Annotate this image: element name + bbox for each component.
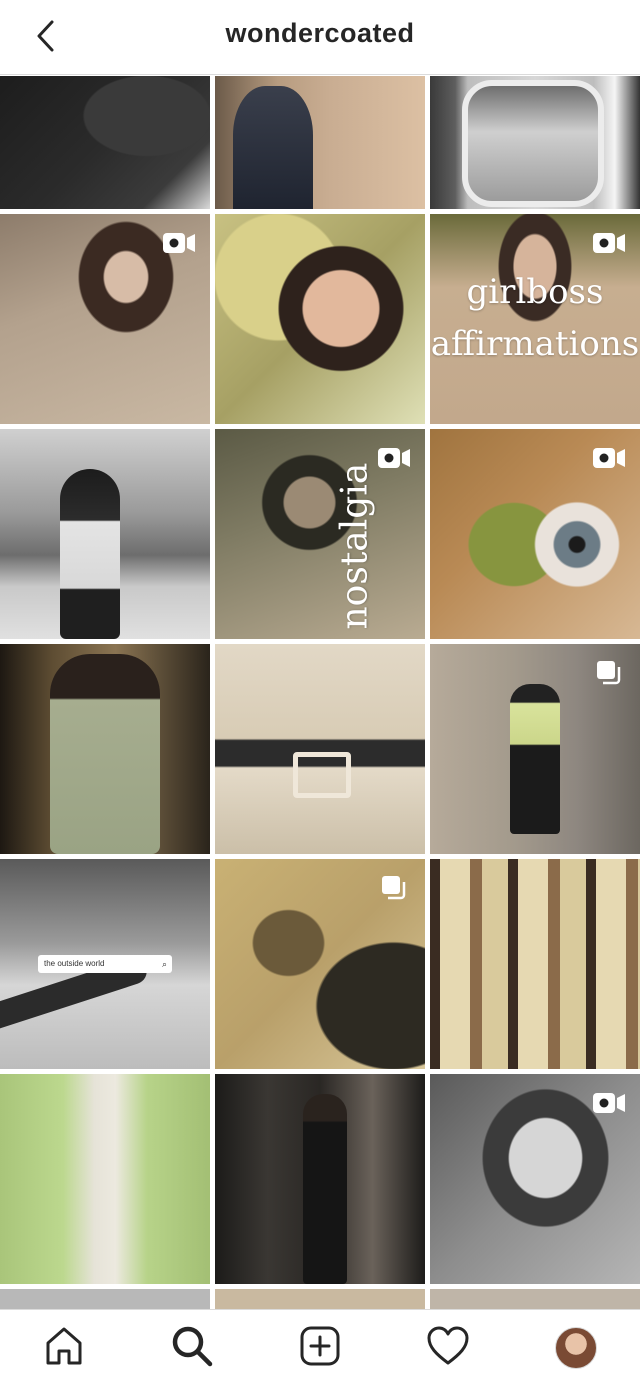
video-badge [160,228,198,258]
search-overlay: the outside world ⌕ [38,955,172,973]
search-overlay-text: the outside world [44,959,105,968]
grid-post-19[interactable] [0,1289,210,1310]
video-badge [590,228,628,258]
grid-post-2[interactable] [215,76,425,209]
grid-post-21[interactable] [430,1289,640,1310]
carousel-badge [590,658,628,688]
post-image [0,76,210,209]
home-icon [43,1325,85,1372]
post-grid: girlboss affirmations nostalgia the outs… [0,76,640,1310]
figure-shape [50,654,160,854]
grid-post-17[interactable] [215,1074,425,1284]
grid-post-1[interactable] [0,76,210,209]
top-bar: wondercoated [0,0,640,75]
grid-post-3[interactable] [430,76,640,209]
carousel-badge [375,873,413,903]
search-icon [170,1324,214,1373]
nav-search[interactable] [160,1316,224,1380]
heart-icon [426,1326,470,1371]
nav-profile[interactable] [544,1316,608,1380]
video-badge [590,443,628,473]
grid-post-8[interactable]: nostalgia [215,429,425,639]
post-image [0,1074,210,1284]
grid-post-20[interactable] [215,1289,425,1310]
nav-new-post[interactable] [288,1316,352,1380]
window-shape [462,80,604,207]
figure-shape [303,1094,347,1284]
figure-shape [510,684,560,834]
bottom-navigation [0,1309,640,1386]
grid-post-12[interactable] [430,644,640,854]
nav-home[interactable] [32,1316,96,1380]
nav-activity[interactable] [416,1316,480,1380]
grid-post-6[interactable]: girlboss affirmations [430,214,640,424]
post-image [215,1289,425,1310]
overlay-text-line-2: affirmations [430,324,640,364]
post-image [430,1289,640,1310]
grid-post-13[interactable]: the outside world ⌕ [0,859,210,1069]
grid-post-15[interactable] [430,859,640,1069]
grid-post-16[interactable] [0,1074,210,1284]
post-image [215,214,425,424]
post-image [0,1289,210,1310]
grid-post-10[interactable] [0,644,210,854]
overlay-text-vertical: nostalgia [334,462,376,630]
video-badge [590,1088,628,1118]
figure-shape [233,86,313,209]
video-badge [375,443,413,473]
overlay-text-line-1: girlboss [466,272,604,312]
post-image [215,644,425,854]
page-title[interactable]: wondercoated [0,18,640,49]
grid-post-18[interactable] [430,1074,640,1284]
post-image [430,859,640,1069]
grid-post-14[interactable] [215,859,425,1069]
profile-avatar [555,1327,597,1369]
grid-post-5[interactable] [215,214,425,424]
grid-post-11[interactable] [215,644,425,854]
figure-shape [60,469,120,639]
buckle-shape [293,752,351,798]
grid-post-4[interactable] [0,214,210,424]
new-post-icon [299,1325,341,1372]
grid-post-9[interactable] [430,429,640,639]
app-root: wondercoated girlboss affirmations nosta… [0,0,640,1386]
magnifier-icon: ⌕ [161,959,167,969]
grid-post-7[interactable] [0,429,210,639]
